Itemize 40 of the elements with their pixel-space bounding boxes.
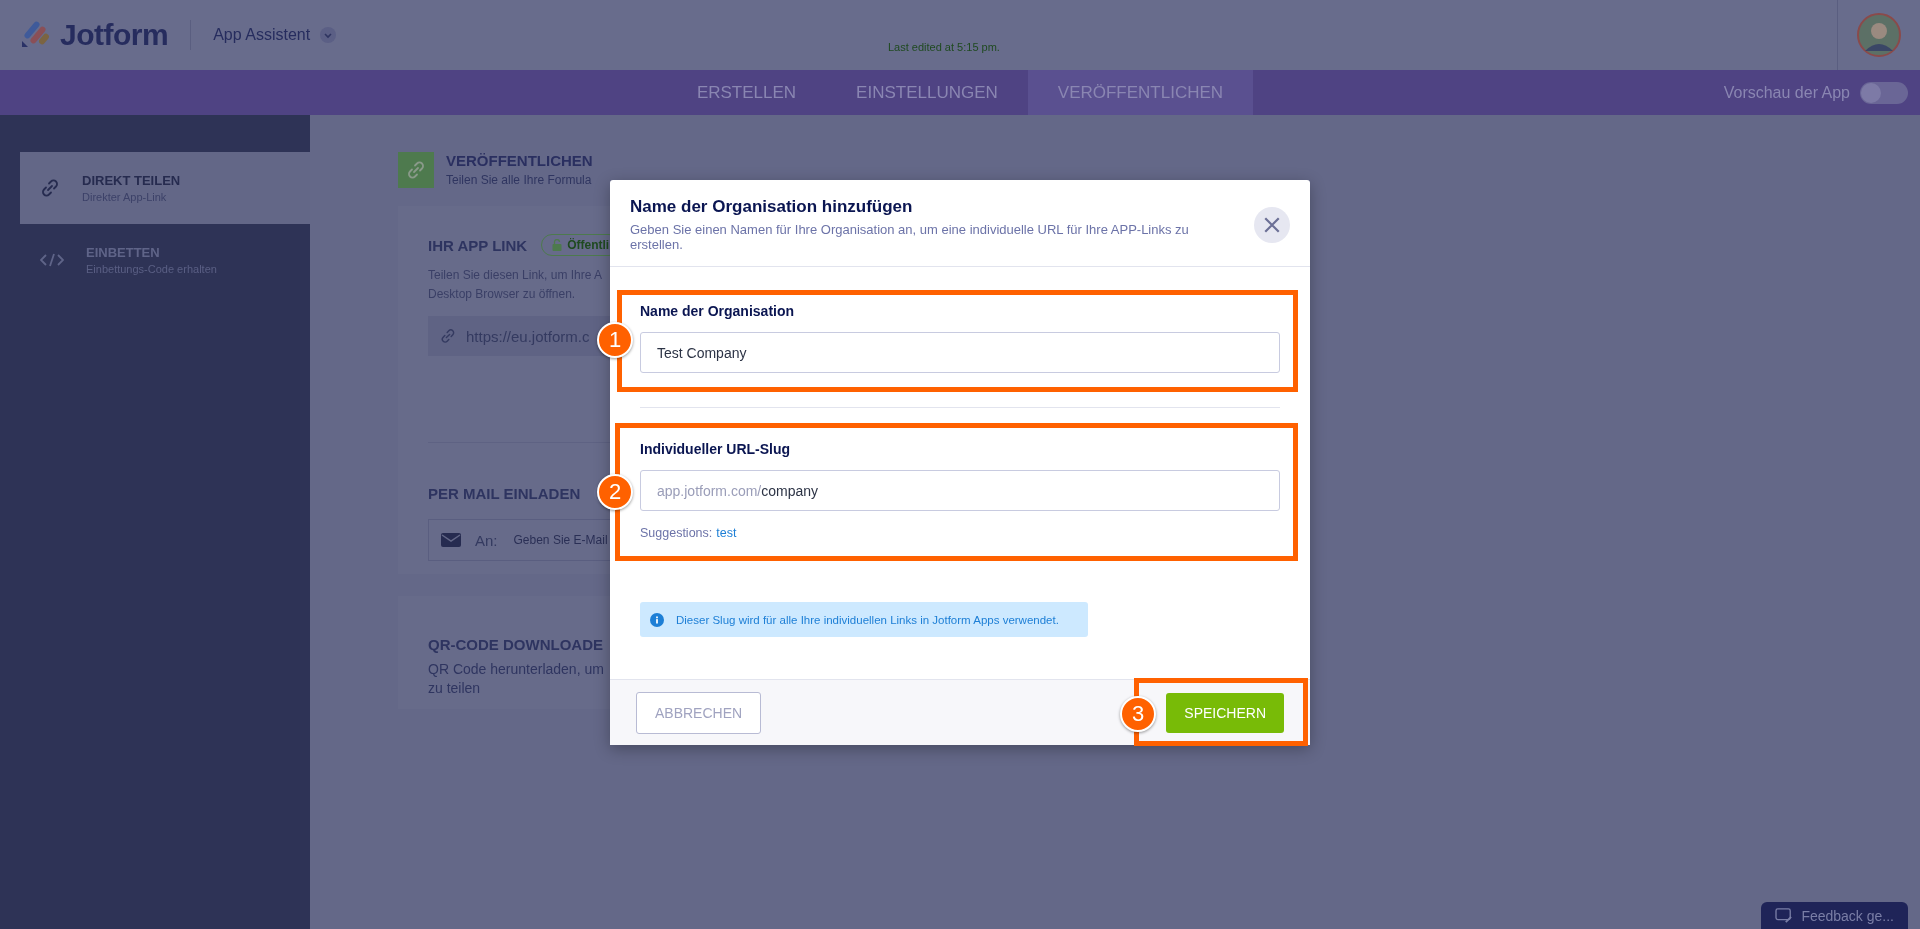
field-label: Individueller URL-Slug xyxy=(640,441,792,457)
save-button[interactable]: SPEICHERN xyxy=(1166,692,1284,733)
step-number: 1 xyxy=(597,322,633,358)
sidebar-item-title: DIREKT TEILEN xyxy=(82,173,181,188)
card-heading: QR-CODE DOWNLOADE xyxy=(428,636,603,653)
link-icon xyxy=(440,328,456,344)
preview-toggle[interactable] xyxy=(1860,81,1908,104)
avatar-icon[interactable] xyxy=(1857,13,1901,57)
section-title: VERÖFFENTLICHEN xyxy=(446,152,593,169)
logo-text[interactable]: Jotform xyxy=(60,18,169,52)
modal-title: Name der Organisation hinzufügen xyxy=(630,197,914,217)
info-icon xyxy=(650,612,664,627)
feedback-button[interactable]: Feedback ge... xyxy=(1761,902,1908,929)
close-icon xyxy=(1263,216,1281,234)
comment-icon xyxy=(1775,907,1794,924)
code-icon xyxy=(40,253,64,267)
mail-icon xyxy=(441,532,461,548)
organization-name-field[interactable]: Test Company xyxy=(640,332,1280,373)
preview-label: Vorschau der App xyxy=(1723,83,1850,102)
last-edited-text: Last edited at 5:15 pm. xyxy=(888,41,1000,53)
nav-tab[interactable]: EINSTELLUNGEN xyxy=(826,70,1028,115)
link-icon xyxy=(40,178,60,198)
card-description: QR Code herunterladen, um zu teilen xyxy=(428,660,604,698)
email-input[interactable]: Geben Sie E-Mail xyxy=(511,532,636,548)
suggestions-label: Suggestions: xyxy=(640,526,713,540)
link-icon xyxy=(398,152,434,188)
card-heading: IHR APP LINK xyxy=(428,236,528,254)
card-heading: PER MAIL EINLADEN xyxy=(428,484,581,502)
nav-tab[interactable]: ERSTELLEN xyxy=(666,70,827,115)
suggestion-link[interactable]: test xyxy=(716,526,737,540)
close-button[interactable] xyxy=(1254,207,1290,243)
modal-subtitle: Geben Sie einen Namen für Ihre Organisation an, um eine individuelle URL für Ihre APP-Links zu erstellen. xyxy=(630,222,1190,252)
step-number: 2 xyxy=(597,474,633,510)
app-name[interactable]: App Assistent xyxy=(213,26,311,44)
url-prefix: app.jotform.com/ xyxy=(657,482,762,499)
cancel-button[interactable]: ABBRECHEN xyxy=(636,691,762,734)
info-text: Dieser Slug wird für alle Ihre individuellen Links in Jotform Apps verwendet. xyxy=(676,613,1059,626)
url-slug-field[interactable]: app.jotform.com/company xyxy=(640,470,1280,511)
chevron-down-icon[interactable] xyxy=(320,27,337,43)
field-label: Name der Organisation xyxy=(640,303,796,319)
